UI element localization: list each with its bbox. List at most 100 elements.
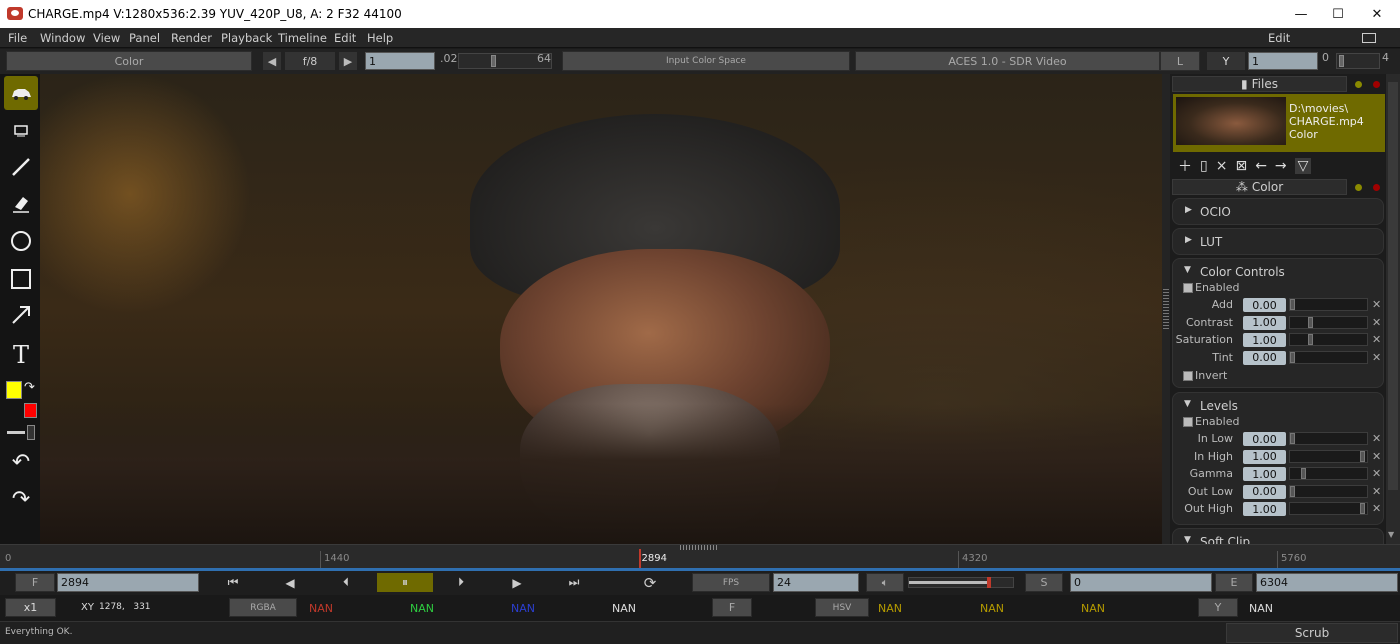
levels-enabled-checkbox[interactable] — [1183, 417, 1193, 427]
fstop-prev-button[interactable]: ◀ — [262, 51, 282, 71]
eraser-tool-button[interactable] — [4, 186, 38, 220]
volume-slider[interactable] — [908, 577, 1014, 588]
play-forward-button[interactable]: ⏵ — [441, 573, 481, 592]
slider-value-input[interactable]: 1.00 — [1243, 502, 1286, 516]
collapse-triangle-icon[interactable]: ▼ — [1184, 399, 1191, 409]
y-channel-label[interactable]: Y — [1206, 51, 1246, 71]
value-slider[interactable] — [1289, 502, 1368, 515]
pen-size-knob[interactable] — [27, 425, 35, 440]
viewer-splitter[interactable] — [1162, 74, 1170, 544]
fstop-next-button[interactable]: ▶ — [338, 51, 358, 71]
slider-knob[interactable] — [1290, 351, 1295, 363]
scrub-mode-button[interactable]: Scrub — [1226, 623, 1398, 643]
menu-playback[interactable]: Playback — [221, 31, 272, 45]
scrollbar-thumb[interactable] — [1388, 82, 1398, 490]
edit-layout-label[interactable]: Edit — [1268, 31, 1290, 45]
menu-view[interactable]: View — [93, 31, 120, 45]
menu-edit[interactable]: Edit — [334, 31, 356, 45]
y-value-input[interactable]: 1 — [1248, 52, 1318, 70]
slider-knob[interactable] — [1360, 503, 1365, 514]
timeline-resize-grip-icon[interactable] — [680, 545, 718, 550]
panel-dock-dot-icon[interactable] — [1355, 81, 1362, 88]
l-channel-button[interactable]: L — [1160, 51, 1200, 71]
add-clip-icon[interactable]: ▯ — [1200, 158, 1208, 174]
reset-x-icon[interactable]: ✕ — [1372, 333, 1381, 346]
reset-x-icon[interactable]: ✕ — [1372, 298, 1381, 311]
files-panel-header[interactable]: ▮ Files — [1172, 76, 1347, 92]
go-end-button[interactable]: ⏭ — [554, 573, 594, 592]
side-panel-scrollbar[interactable]: ▼ — [1386, 74, 1400, 544]
end-frame-input[interactable]: 6304 — [1256, 573, 1398, 592]
remove-file-icon[interactable]: × — [1216, 158, 1228, 174]
image-viewer[interactable] — [40, 74, 1162, 544]
pause-button[interactable]: ⏸ — [377, 573, 433, 592]
value-slider[interactable] — [1289, 449, 1368, 463]
text-tool-button[interactable]: T — [4, 338, 38, 372]
value-slider[interactable] — [1289, 333, 1368, 346]
slider-knob[interactable] — [1290, 299, 1295, 310]
reset-x-icon[interactable]: ✕ — [1372, 502, 1381, 515]
redo-button[interactable]: ↷ — [4, 482, 38, 516]
slider-value-input[interactable]: 1.00 — [1243, 315, 1286, 330]
rectangle-tool-button[interactable] — [4, 262, 38, 296]
file-item[interactable]: D:\movies\ CHARGE.mp4 Color — [1173, 94, 1385, 152]
channel-button[interactable]: Color — [6, 51, 252, 71]
frame-label-button[interactable]: F — [15, 573, 55, 592]
panel-dock-dot-icon[interactable] — [1355, 184, 1362, 191]
pen-tool-button[interactable] — [4, 150, 38, 184]
collapse-triangle-icon[interactable]: ▼ — [1184, 265, 1191, 275]
lut-section[interactable]: ▶ LUT — [1172, 228, 1384, 255]
panel-close-dot-icon[interactable] — [1373, 184, 1380, 191]
filter-icon[interactable]: ▽ — [1294, 158, 1312, 174]
arrow-tool-button[interactable] — [4, 298, 38, 332]
value-slider[interactable] — [1289, 315, 1368, 329]
value-slider[interactable] — [1289, 484, 1368, 498]
value-slider[interactable] — [1289, 432, 1368, 445]
slider-value-input[interactable]: 1.00 — [1243, 467, 1286, 481]
zoom-button[interactable]: x1 — [5, 598, 56, 617]
timeline-playhead[interactable] — [638, 549, 641, 569]
slider-value-input[interactable]: 1.00 — [1243, 449, 1286, 464]
soft-clip-section[interactable]: ▼ Soft Clip — [1172, 528, 1384, 544]
color-controls-enabled-checkbox[interactable] — [1183, 283, 1193, 293]
select-tool-button[interactable] — [4, 114, 38, 148]
timeline[interactable]: 0 1440 4320 5760 2894 — [0, 544, 1400, 571]
start-label-button[interactable]: S — [1025, 573, 1063, 592]
value-slider[interactable] — [1289, 298, 1368, 311]
frame-input[interactable]: 2894 — [57, 573, 199, 592]
undo-button[interactable]: ↶ — [4, 445, 38, 479]
reset-x-icon[interactable]: ✕ — [1372, 450, 1381, 463]
loop-button[interactable]: ⟳ — [630, 573, 670, 592]
slider-value-input[interactable]: 0.00 — [1243, 298, 1286, 312]
display-view-button[interactable]: ACES 1.0 - SDR Video — [855, 51, 1160, 71]
slider-knob[interactable] — [1307, 334, 1313, 345]
color-panel-header[interactable]: ⁂ Color — [1172, 179, 1347, 195]
fullscreen-icon[interactable] — [1362, 33, 1376, 43]
play-backward-button[interactable]: ⏴ — [326, 573, 366, 592]
menu-render[interactable]: Render — [171, 31, 212, 45]
slider-value-input[interactable]: 1.00 — [1243, 333, 1286, 347]
reset-x-icon[interactable]: ✕ — [1372, 316, 1381, 329]
invert-checkbox[interactable] — [1183, 371, 1193, 381]
slider-knob[interactable] — [1301, 468, 1307, 479]
slider-knob[interactable] — [1307, 316, 1313, 328]
remove-all-icon[interactable]: ⊠ — [1235, 158, 1247, 174]
go-start-button[interactable]: ⏮ — [213, 573, 253, 592]
start-frame-input[interactable]: 0 — [1070, 573, 1212, 592]
scroll-down-icon[interactable]: ▼ — [1388, 530, 1394, 539]
pen-size-control[interactable] — [7, 425, 35, 440]
mute-button[interactable]: 🔈︎ — [866, 573, 904, 592]
menu-timeline[interactable]: Timeline — [278, 31, 327, 45]
gain-input[interactable]: 1 — [365, 52, 435, 70]
reset-x-icon[interactable]: ✕ — [1372, 351, 1381, 364]
circle-tool-button[interactable] — [4, 224, 38, 258]
value-slider[interactable] — [1289, 350, 1368, 364]
menu-help[interactable]: Help — [367, 31, 393, 45]
reset-x-icon[interactable]: ✕ — [1372, 485, 1381, 498]
next-file-icon[interactable]: → — [1275, 158, 1287, 174]
menu-window[interactable]: Window — [40, 31, 85, 45]
slider-value-input[interactable]: 0.00 — [1243, 484, 1286, 499]
slider-knob[interactable] — [1290, 485, 1295, 497]
previous-file-icon[interactable]: ← — [1255, 158, 1267, 174]
foreground-color-swatch[interactable] — [6, 381, 22, 399]
